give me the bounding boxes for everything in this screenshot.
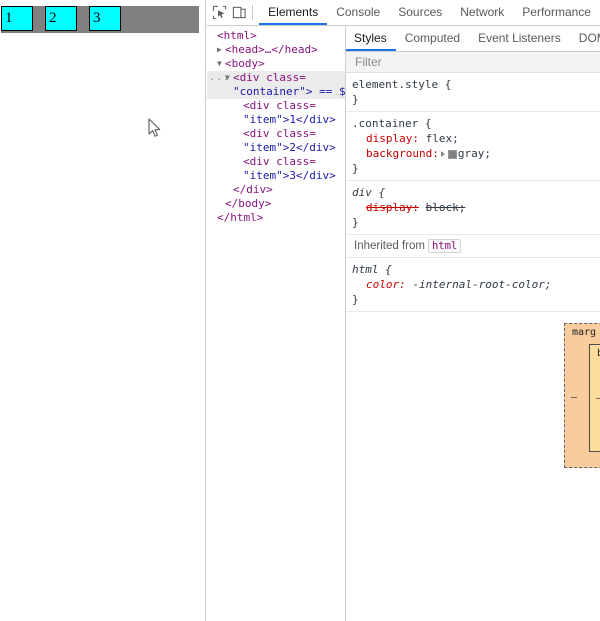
tab-dom-breakpoints[interactable]: DOM Br xyxy=(570,26,600,51)
dom-node-item-1-cont[interactable]: "item">1</div> xyxy=(207,113,345,127)
rule-close-brace: } xyxy=(352,162,359,175)
styles-tabbar: Styles Computed Event Listeners DOM Br xyxy=(346,26,600,52)
dom-node-text: <html> xyxy=(217,29,257,42)
dom-node-item-3-cont[interactable]: "item">3</div> xyxy=(207,169,345,183)
rule-selector: html { xyxy=(352,263,392,276)
node-ellipsis-badge[interactable]: ... xyxy=(209,72,230,84)
dom-node-item-3[interactable]: <div class= xyxy=(207,155,345,169)
rule-container[interactable]: .container { display: flex; background: g… xyxy=(346,112,600,181)
dom-node-text: </div> xyxy=(233,183,273,196)
css-value-display-overridden[interactable]: block; xyxy=(426,201,466,214)
rule-div-ua[interactable]: div { display: block; } xyxy=(346,181,600,235)
inherited-from-header: Inherited from html xyxy=(346,235,600,258)
rule-selector: .container { xyxy=(352,117,432,130)
expand-triangle-icon[interactable] xyxy=(440,151,445,157)
dom-node-item-2[interactable]: <div class= xyxy=(207,127,345,141)
dom-node-text: "item">1</div> xyxy=(243,113,336,126)
tab-console[interactable]: Console xyxy=(327,0,389,25)
rule-close-brace: } xyxy=(352,293,359,306)
dom-node-html-close[interactable]: </html> xyxy=(207,211,345,225)
chevron-down-icon[interactable]: ▼ xyxy=(217,57,225,71)
dom-node-div-container-cont[interactable]: "container"> == $0 xyxy=(207,85,345,99)
dom-node-div-close[interactable]: </div> xyxy=(207,183,345,197)
styles-pane: Styles Computed Event Listeners DOM Br e… xyxy=(346,26,600,621)
devtools-panel: Elements Console Sources Network Perform… xyxy=(207,0,600,621)
flex-item[interactable]: 2 xyxy=(45,6,77,31)
dom-node-text: <div class= xyxy=(243,127,316,140)
dom-node-head[interactable]: ▶ <head>…</head> xyxy=(207,43,345,57)
dom-node-text: <head>…</head> xyxy=(225,43,318,56)
dom-node-text: <div class= xyxy=(233,71,306,84)
dom-node-text: "container"> == $0 xyxy=(233,85,346,98)
dom-node-item-1[interactable]: <div class= xyxy=(207,99,345,113)
box-model-area: marg – b – xyxy=(346,316,600,621)
styles-filter-row[interactable] xyxy=(346,52,600,73)
dom-node-body-open[interactable]: ▼ <body> xyxy=(207,57,345,71)
flex-item[interactable]: 1 xyxy=(1,6,33,31)
toolbar-divider xyxy=(252,5,254,20)
box-model-border[interactable]: b – xyxy=(589,344,600,452)
dom-node-text: "item">2</div> xyxy=(243,141,336,154)
tab-event-listeners[interactable]: Event Listeners xyxy=(469,26,570,51)
flex-item[interactable]: 3 xyxy=(89,6,121,31)
filter-input[interactable] xyxy=(346,54,600,70)
inherited-source-chip[interactable]: html xyxy=(427,239,462,253)
dom-tree-pane[interactable]: <html> ▶ <head>…</head> ▼ <body> ... ▼ <div… xyxy=(207,26,346,621)
tab-computed[interactable]: Computed xyxy=(396,26,469,51)
rule-close-brace: } xyxy=(352,93,359,106)
css-property-background[interactable]: background: xyxy=(352,146,439,161)
flex-container: 1 2 3 xyxy=(1,6,199,33)
device-toolbar-icon[interactable] xyxy=(231,2,247,24)
tab-styles[interactable]: Styles xyxy=(346,26,396,51)
rule-selector: element.style { xyxy=(352,78,452,91)
box-model-margin-dash[interactable]: – xyxy=(571,392,577,403)
devtools-body: <html> ▶ <head>…</head> ▼ <body> ... ▼ <div… xyxy=(207,26,600,621)
tab-performance[interactable]: Performance xyxy=(513,0,600,25)
dom-node-text: <body> xyxy=(225,57,265,70)
box-model-border-dash[interactable]: – xyxy=(596,393,600,404)
inherited-label: Inherited from xyxy=(354,240,425,252)
dom-node-text: </body> xyxy=(225,197,272,210)
css-value-display[interactable]: flex; xyxy=(426,132,459,145)
mouse-cursor xyxy=(148,118,161,137)
css-property-display-overridden[interactable]: display: xyxy=(352,200,419,215)
css-property-color[interactable]: color: xyxy=(352,277,406,292)
dom-node-text: <div class= xyxy=(243,155,316,168)
box-model-margin-label: marg xyxy=(572,327,597,338)
css-value-color[interactable]: -internal-root-color; xyxy=(412,278,551,291)
devtools-toolbar: Elements Console Sources Network Perform… xyxy=(207,0,600,26)
tab-elements[interactable]: Elements xyxy=(259,0,328,25)
rule-selector: div { xyxy=(352,186,386,199)
css-value-background[interactable]: gray; xyxy=(458,147,491,160)
color-swatch[interactable] xyxy=(447,149,457,159)
css-property-display[interactable]: display: xyxy=(352,131,419,146)
dom-node-text: <div class= xyxy=(243,99,316,112)
dom-node-text: "item">3</div> xyxy=(243,169,336,182)
dom-node-div-container[interactable]: ... ▼ <div class= xyxy=(207,71,345,85)
chevron-right-icon[interactable]: ▶ xyxy=(217,43,225,57)
dom-node-body-close[interactable]: </body> xyxy=(207,197,345,211)
rule-html-inherited[interactable]: html { color: -internal-root-color; } xyxy=(346,258,600,312)
rule-element-style[interactable]: element.style { } xyxy=(346,73,600,112)
tab-sources[interactable]: Sources xyxy=(389,0,451,25)
tab-network[interactable]: Network xyxy=(451,0,513,25)
rule-close-brace: } xyxy=(352,216,359,229)
box-model-margin[interactable]: marg – b – xyxy=(564,323,600,468)
dom-node-item-2-cont[interactable]: "item">2</div> xyxy=(207,141,345,155)
inspect-element-icon[interactable] xyxy=(211,2,227,24)
dom-node-html-open[interactable]: <html> xyxy=(207,29,345,43)
dom-node-text: </html> xyxy=(217,211,264,224)
page-viewport: 1 2 3 xyxy=(0,0,206,621)
